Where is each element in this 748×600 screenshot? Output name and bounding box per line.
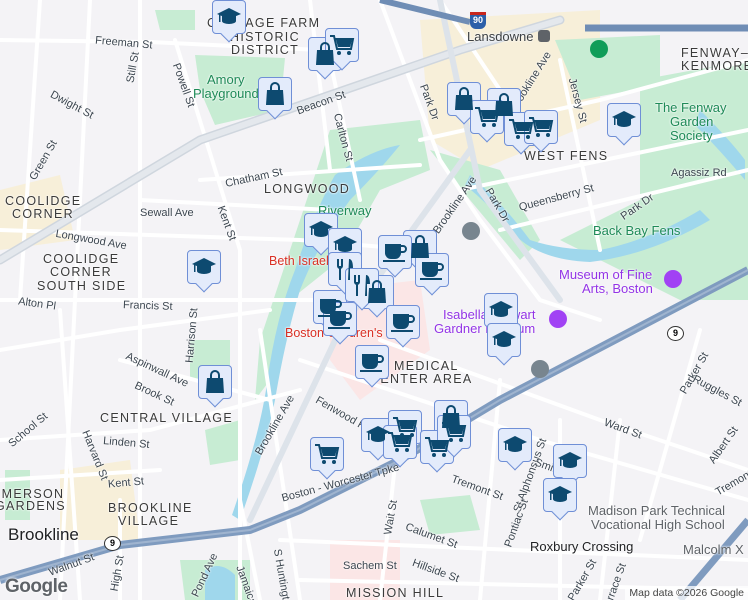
stadium-icon[interactable] bbox=[590, 40, 608, 58]
area-label: COOLIDGE bbox=[43, 252, 120, 266]
park-label[interactable]: Playground bbox=[193, 87, 259, 100]
grocery-marker[interactable] bbox=[470, 100, 504, 134]
area-label: MEDICAL bbox=[394, 359, 459, 373]
route9-shield: 9 bbox=[104, 536, 121, 551]
cafe-marker[interactable] bbox=[415, 253, 449, 287]
school-icon bbox=[491, 329, 517, 351]
school-marker[interactable] bbox=[487, 323, 521, 357]
grocery-icon bbox=[441, 421, 467, 443]
school-icon bbox=[547, 484, 573, 506]
route9-label: 9 bbox=[672, 328, 678, 338]
area-label: KENMORE bbox=[681, 59, 748, 73]
i90-label: 90 bbox=[472, 15, 483, 25]
school-icon bbox=[308, 219, 334, 241]
school-icon bbox=[557, 450, 583, 472]
school-marker[interactable] bbox=[187, 250, 221, 284]
area-label: DISTRICT bbox=[231, 43, 300, 57]
route9-label: 9 bbox=[109, 538, 115, 548]
map-canvas[interactable]: 90 9 9 COTTAGE FARM HISTORIC DISTRICT LO… bbox=[0, 0, 748, 600]
i90-shield: 90 bbox=[470, 12, 486, 29]
cafe-marker[interactable] bbox=[386, 305, 420, 339]
school-icon bbox=[611, 109, 637, 131]
route9-shield-east: 9 bbox=[667, 326, 684, 341]
school-icon bbox=[191, 256, 217, 278]
area-label: VILLAGE bbox=[118, 514, 180, 528]
area-label: MISSION HILL bbox=[346, 586, 445, 600]
cafe-icon bbox=[327, 308, 353, 330]
cafe-marker[interactable] bbox=[355, 345, 389, 379]
restaurant-icon bbox=[351, 273, 373, 297]
place-brookline: Brookline bbox=[8, 525, 79, 544]
grocery-marker[interactable] bbox=[383, 425, 417, 459]
park-label[interactable]: Amory bbox=[207, 73, 245, 86]
school-marker[interactable] bbox=[212, 0, 246, 34]
area-label: CENTRAL VILLAGE bbox=[100, 411, 233, 425]
google-logo: Google bbox=[5, 576, 68, 597]
area-label: BROOKLINE bbox=[108, 501, 193, 515]
place-madison-park-2[interactable]: Vocational High School bbox=[591, 518, 725, 531]
map-attribution[interactable]: Map data ©2026 Google bbox=[625, 586, 748, 600]
grocery-icon bbox=[387, 431, 413, 453]
poi-beth-israel[interactable]: Beth Israel bbox=[269, 255, 329, 268]
place-roxbury-crossing[interactable]: Roxbury Crossing bbox=[530, 540, 633, 553]
shopping-icon bbox=[264, 82, 286, 106]
school-icon bbox=[332, 234, 358, 256]
place-lansdowne[interactable]: Lansdowne bbox=[467, 30, 534, 43]
area-label: CORNER bbox=[50, 265, 112, 279]
street-label: Agassiz Rd bbox=[671, 167, 727, 179]
place-madison-park-1[interactable]: Madison Park Technical bbox=[588, 504, 725, 517]
shopping-icon bbox=[409, 235, 431, 259]
park-label[interactable]: Back Bay Fens bbox=[593, 224, 680, 237]
area-label: GARDENS bbox=[0, 499, 66, 513]
cafe-marker[interactable] bbox=[378, 235, 412, 269]
area-label: COOLIDGE bbox=[5, 194, 82, 208]
train-station-icon bbox=[538, 30, 550, 42]
poi-mfa-2[interactable]: Arts, Boston bbox=[582, 282, 653, 295]
park-label[interactable]: The Fenway bbox=[655, 101, 727, 114]
shopping-marker[interactable] bbox=[258, 77, 292, 111]
grocery-marker[interactable] bbox=[310, 437, 344, 471]
school-poi-icon[interactable] bbox=[462, 222, 480, 240]
street-label: Malcolm X bbox=[683, 542, 744, 557]
cafe-marker[interactable] bbox=[323, 302, 357, 336]
school-icon bbox=[502, 434, 528, 456]
shopping-icon bbox=[453, 87, 475, 111]
cafe-icon bbox=[382, 241, 408, 263]
grocery-icon bbox=[528, 116, 554, 138]
grocery-icon bbox=[474, 106, 500, 128]
school-marker[interactable] bbox=[553, 444, 587, 478]
school-icon bbox=[216, 6, 242, 28]
park-label[interactable]: Society bbox=[670, 129, 713, 142]
area-label: LONGWOOD bbox=[264, 182, 351, 196]
area-label: CORNER bbox=[12, 207, 74, 221]
cafe-icon bbox=[359, 351, 385, 373]
street-label: Francis St bbox=[122, 299, 173, 313]
cafe-icon bbox=[419, 259, 445, 281]
poi-mfa-1[interactable]: Museum of Fine bbox=[559, 268, 652, 281]
street-label: Sewall Ave bbox=[140, 207, 194, 219]
grocery-icon bbox=[329, 34, 355, 56]
school-poi-icon[interactable] bbox=[531, 360, 549, 378]
museum-icon[interactable] bbox=[664, 270, 682, 288]
school-marker[interactable] bbox=[498, 428, 532, 462]
school-marker[interactable] bbox=[484, 293, 518, 327]
grocery-icon bbox=[314, 443, 340, 465]
museum-icon[interactable] bbox=[549, 310, 567, 328]
school-marker[interactable] bbox=[543, 478, 577, 512]
area-label: SOUTH SIDE bbox=[37, 279, 127, 293]
area-label: WEST FENS bbox=[524, 149, 609, 163]
cafe-icon bbox=[390, 311, 416, 333]
school-icon bbox=[488, 299, 514, 321]
park-label[interactable]: Garden bbox=[670, 115, 713, 128]
school-marker[interactable] bbox=[607, 103, 641, 137]
shopping-marker[interactable] bbox=[198, 365, 232, 399]
shopping-icon bbox=[204, 370, 226, 394]
area-label: FENWAY– bbox=[681, 46, 748, 60]
street-label: Sachem St bbox=[343, 560, 397, 572]
